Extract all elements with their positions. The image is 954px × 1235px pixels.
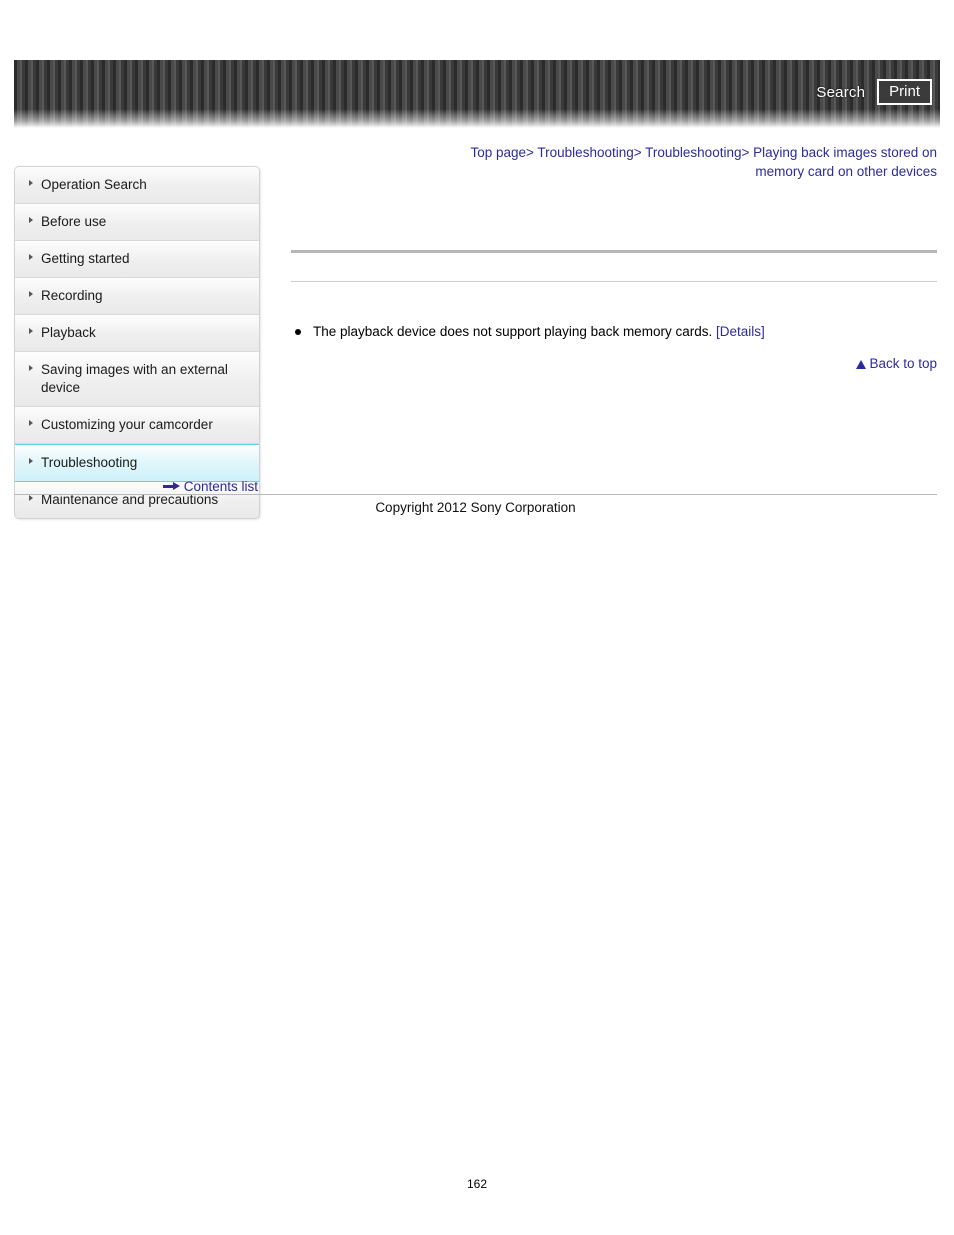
sidebar-item-label: Saving images with an external device <box>41 362 228 395</box>
section-subtitle <box>291 253 937 281</box>
breadcrumb-item-troubleshooting-1[interactable]: Troubleshooting <box>537 145 633 160</box>
triangle-right-icon <box>29 291 33 297</box>
back-to-top-row: Back to top <box>291 355 937 373</box>
sidebar-item-saving-images-external-device[interactable]: Saving images with an external device <box>15 352 259 407</box>
sidebar-item-label: Getting started <box>41 251 130 266</box>
page-number: 162 <box>466 1177 488 1191</box>
triangle-right-icon <box>29 420 33 426</box>
page-title <box>291 185 937 203</box>
sidebar-item-customizing-your-camcorder[interactable]: Customizing your camcorder <box>15 407 259 444</box>
sidebar-item-getting-started[interactable]: Getting started <box>15 241 259 278</box>
sidebar-item-label: Playback <box>41 325 96 340</box>
breadcrumb-separator: > <box>526 145 534 160</box>
print-button[interactable]: Print <box>877 79 932 106</box>
sidebar-item-label: Recording <box>41 288 103 303</box>
header-actions: Search Print <box>816 79 932 106</box>
breadcrumb-item-troubleshooting-2[interactable]: Troubleshooting <box>645 145 741 160</box>
triangle-right-icon <box>29 458 33 464</box>
header-banner: Search Print <box>14 60 940 128</box>
list-item-text: The playback device does not support pla… <box>313 324 713 339</box>
contents-list-link[interactable]: Contents list <box>184 479 258 494</box>
back-to-top-link[interactable]: Back to top <box>856 356 937 371</box>
main-content: The playback device does not support pla… <box>291 185 937 373</box>
sidebar-item-label: Customizing your camcorder <box>41 417 213 432</box>
sidebar-item-troubleshooting[interactable]: Troubleshooting <box>15 444 259 482</box>
breadcrumb-separator: > <box>741 145 750 160</box>
bullet-dot-icon <box>295 329 301 335</box>
triangle-right-icon <box>29 180 33 186</box>
contents-list-row: Contents list <box>14 479 258 494</box>
sidebar-item-recording[interactable]: Recording <box>15 278 259 315</box>
triangle-right-icon <box>29 328 33 334</box>
triangle-right-icon <box>29 254 33 260</box>
breadcrumb: Top page> Troubleshooting> Troubleshooti… <box>420 143 937 181</box>
triangle-up-icon <box>856 360 867 369</box>
sidebar-item-label: Troubleshooting <box>41 455 138 470</box>
triangle-right-icon <box>29 365 33 371</box>
breadcrumb-separator: > <box>633 145 642 160</box>
list-item: The playback device does not support pla… <box>291 322 937 341</box>
breadcrumb-item-current-page[interactable]: Playing back images stored on memory car… <box>753 145 937 179</box>
details-link[interactable]: [Details] <box>716 324 765 339</box>
arrow-right-icon <box>162 482 180 491</box>
breadcrumb-item-top-page[interactable]: Top page <box>470 145 526 160</box>
back-to-top-label: Back to top <box>869 356 937 371</box>
section-divider-thin <box>291 281 937 282</box>
cause-list: The playback device does not support pla… <box>291 322 937 341</box>
search-button[interactable]: Search <box>816 84 865 101</box>
footer-divider <box>14 494 937 495</box>
sidebar-navigation: Operation Search Before use Getting star… <box>14 166 260 519</box>
sidebar-item-label: Before use <box>41 214 107 229</box>
sidebar-item-operation-search[interactable]: Operation Search <box>15 167 259 204</box>
sidebar-item-playback[interactable]: Playback <box>15 315 259 352</box>
sidebar-item-before-use[interactable]: Before use <box>15 204 259 241</box>
triangle-right-icon <box>29 217 33 223</box>
sidebar-item-label: Operation Search <box>41 177 147 192</box>
copyright-text: Copyright 2012 Sony Corporation <box>375 500 576 515</box>
